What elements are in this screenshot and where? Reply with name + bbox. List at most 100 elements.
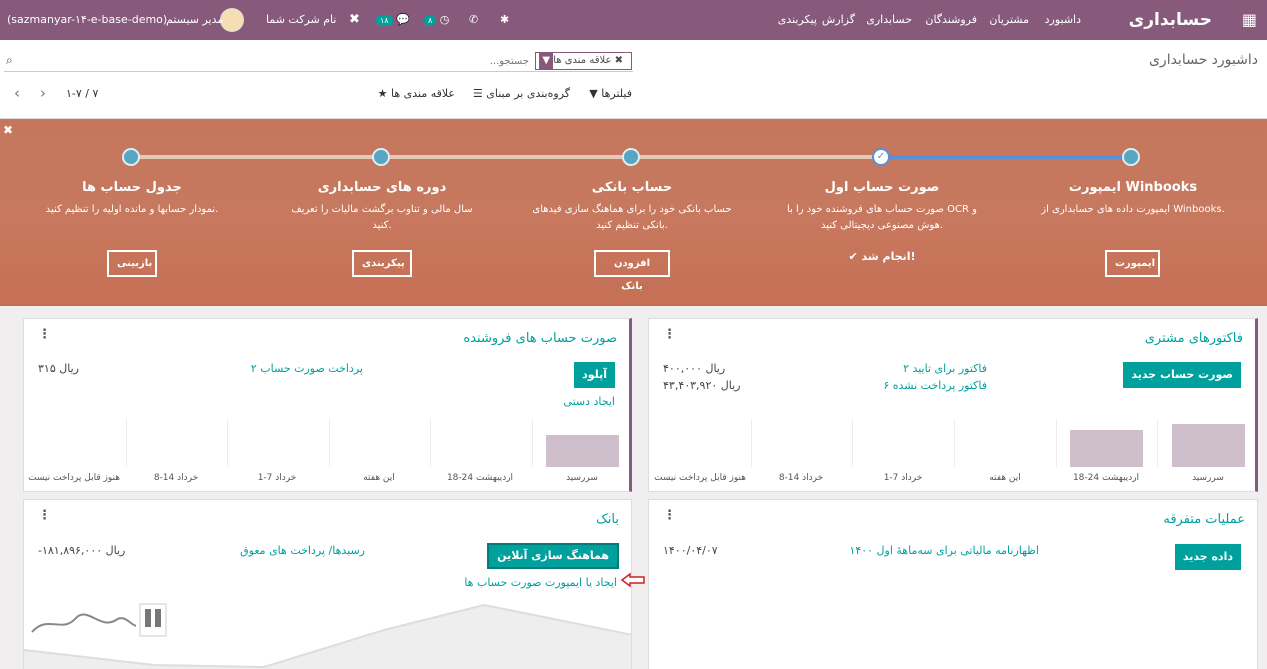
chart-tick-label: 8-14 خرداد [153, 473, 199, 483]
left-gutter [0, 306, 10, 669]
bills-chart[interactable] [24, 419, 629, 467]
chart-gridline [532, 419, 533, 467]
kebab-icon[interactable]: ⋮ [663, 327, 676, 342]
step-title-winbooks: ایمپورت Winbooks [1068, 180, 1198, 195]
chart-bar[interactable] [546, 435, 619, 467]
menu-accounting[interactable]: حسابداری [866, 0, 912, 40]
chart-gridline [227, 419, 228, 467]
filters-dropdown[interactable]: ▼ فیلترها [589, 87, 632, 100]
invoice-chart[interactable] [649, 419, 1255, 467]
chat-menu[interactable]: ۱۸ 💬 [376, 0, 410, 40]
new-invoice-button[interactable]: صورت حساب جدید [1123, 362, 1241, 388]
menu-configuration[interactable]: پیکربندی [778, 0, 817, 40]
activity-menu[interactable]: ۸ ◷ [424, 0, 449, 40]
chart-gridline [126, 419, 127, 467]
phone-icon[interactable]: ✆ [469, 0, 478, 40]
database-name[interactable]: (sazmanyar-۱۴-e-base-demo) [7, 0, 167, 40]
add-bank-button[interactable]: افزودن بانک [594, 250, 670, 292]
chart-tick-label: هنوز قابل پرداخت نیست [654, 473, 746, 483]
pager-value[interactable]: ۱-۷ / ۷ [66, 87, 98, 100]
step-title-first-bill: صورت حساب اول [824, 180, 940, 195]
unpaid-invoices-link[interactable]: ۶ فاکتور پرداخت نشده [883, 379, 987, 392]
bills-to-pay-link[interactable]: ۲ پرداخت صورت حساب [251, 362, 363, 375]
card-title[interactable]: عملیات متفرقه [1163, 512, 1245, 527]
user-name[interactable]: مدیر سیستم [166, 0, 223, 40]
chart-tick-label: این هفته [363, 473, 395, 483]
tax-return-link[interactable]: اظهارنامه مالیاتی برای سه‌ماههٔ اول ۱۴۰۰ [849, 544, 1039, 557]
unpaid-invoices-amount: ۴۳,۴۰۳,۹۲۰ ریال [663, 379, 741, 392]
step-dot-bank [622, 148, 640, 166]
chat-icon: 💬 [396, 13, 410, 26]
chart-gridline [329, 419, 330, 467]
arrow-left-icon [620, 572, 645, 588]
chart-tick-label: 1-7 خرداد [883, 473, 923, 483]
list-icon: ☰ [472, 87, 483, 100]
step-title-fiscal: دوره های حسابداری [317, 180, 447, 195]
chart-tick-label: 18-24 اردیبهشت [446, 473, 514, 483]
step-title-coa: جدول حساب ها [82, 180, 182, 195]
chart-tick-label: سررسید [566, 473, 598, 483]
chart-tick-label: هنوز قابل پرداخت نیست [28, 473, 120, 483]
page-title: داشبورد حسابداری [1148, 52, 1258, 68]
chart-gridline [430, 419, 431, 467]
chart-tick-label: 8-14 خرداد [778, 473, 824, 483]
app-brand[interactable]: حسابداری [1129, 0, 1212, 40]
new-entry-button[interactable]: داده جدید [1174, 544, 1241, 570]
activity-count-badge: ۸ [424, 15, 437, 26]
bug-icon[interactable]: ✱ [500, 0, 509, 40]
chart-tick-label: 18-24 اردیبهشت [1072, 473, 1140, 483]
groupby-dropdown[interactable]: ☰ گروه‌بندی بر مبنای [473, 87, 570, 100]
chart-tick-label: این هفته [989, 473, 1021, 483]
check-icon: ✓ [876, 151, 886, 162]
kebab-icon[interactable]: ⋮ [663, 508, 676, 523]
step-desc-winbooks: ایمپورت داده های حسابداری از Winbooks. [1041, 204, 1225, 215]
chevron-left-icon[interactable]: ‹ [14, 84, 20, 102]
chart-gridline [852, 419, 853, 467]
step-dot-fiscal [372, 148, 390, 166]
search-icon[interactable]: ⌕ [6, 53, 13, 68]
filters-label: فیلترها [601, 87, 632, 100]
card-title[interactable]: فاکتورهای مشتری [1145, 331, 1243, 346]
chart-bar[interactable] [1070, 430, 1143, 467]
invoices-to-validate-link[interactable]: ۲ فاکتور برای تایید [903, 362, 987, 375]
step-title-bank: حساب بانکی [591, 180, 673, 195]
outstanding-payments-amount: -۱۸۱,۸۹۶,۰۰۰ ریال [38, 544, 126, 557]
chart-bar[interactable] [1172, 424, 1245, 467]
favorites-dropdown[interactable]: ★ علاقه مندی ها [378, 87, 455, 100]
bills-chart-axis: سررسید 18-24 اردیبهشت این هفته 1-7 خرداد 8-1… [24, 473, 629, 487]
menu-vendors[interactable]: فروشندگان [925, 0, 977, 40]
import-winbooks-button[interactable]: ایمپورت [1105, 250, 1160, 277]
search-facet[interactable]: ▼ علاقه مندی ها ✖ [535, 52, 632, 70]
create-manually-link[interactable]: ایجاد دستی [563, 395, 615, 408]
menu-dashboard[interactable]: داشبورد [1045, 0, 1081, 40]
watermark-logo [31, 603, 167, 637]
tools-icon[interactable]: ✖ [349, 0, 360, 40]
search-bar: ⌕ ▼ علاقه مندی ها ✖ [4, 50, 633, 72]
invoices-to-validate-amount: ۴۰۰,۰۰۰ ریال [663, 362, 726, 375]
apps-grid-icon[interactable]: ▦ [1242, 0, 1257, 40]
filter-icon: ▼ [589, 87, 598, 100]
tax-return-date: ۱۴۰۰/۰۴/۰۷ [663, 544, 718, 557]
card-title[interactable]: صورت حساب های فروشنده [463, 331, 617, 346]
outstanding-payments-link[interactable]: رسیدها/ پرداخت های معوق [240, 544, 365, 557]
company-name[interactable]: نام شرکت شما [266, 0, 336, 40]
menu-customers[interactable]: مشتریان [989, 0, 1029, 40]
review-coa-button[interactable]: بازبینی [107, 250, 157, 277]
card-title[interactable]: بانک [596, 512, 619, 527]
star-icon: ★ [377, 87, 388, 100]
upload-button[interactable]: آپلود [574, 362, 615, 388]
menu-reporting[interactable]: گزارش [822, 0, 855, 40]
kebab-icon[interactable]: ⋮ [38, 327, 51, 342]
chart-gridline [1056, 419, 1057, 467]
facet-close-icon[interactable]: ✖ [615, 55, 623, 66]
search-input[interactable] [129, 52, 529, 70]
configure-fiscal-button[interactable]: پیکربندی [352, 250, 412, 277]
progress-line [131, 155, 882, 159]
kebab-icon[interactable]: ⋮ [38, 508, 51, 523]
import-statements-link[interactable]: ایجاد یا ایمپورت صورت حساب ها [464, 576, 617, 589]
close-icon[interactable]: ✖ [3, 123, 13, 137]
step-dot-first-bill: ✓ [872, 148, 890, 166]
online-sync-button[interactable]: هماهنگ سازی آنلاین [487, 543, 619, 569]
chevron-right-icon[interactable]: › [40, 84, 46, 102]
user-avatar[interactable] [220, 8, 244, 32]
